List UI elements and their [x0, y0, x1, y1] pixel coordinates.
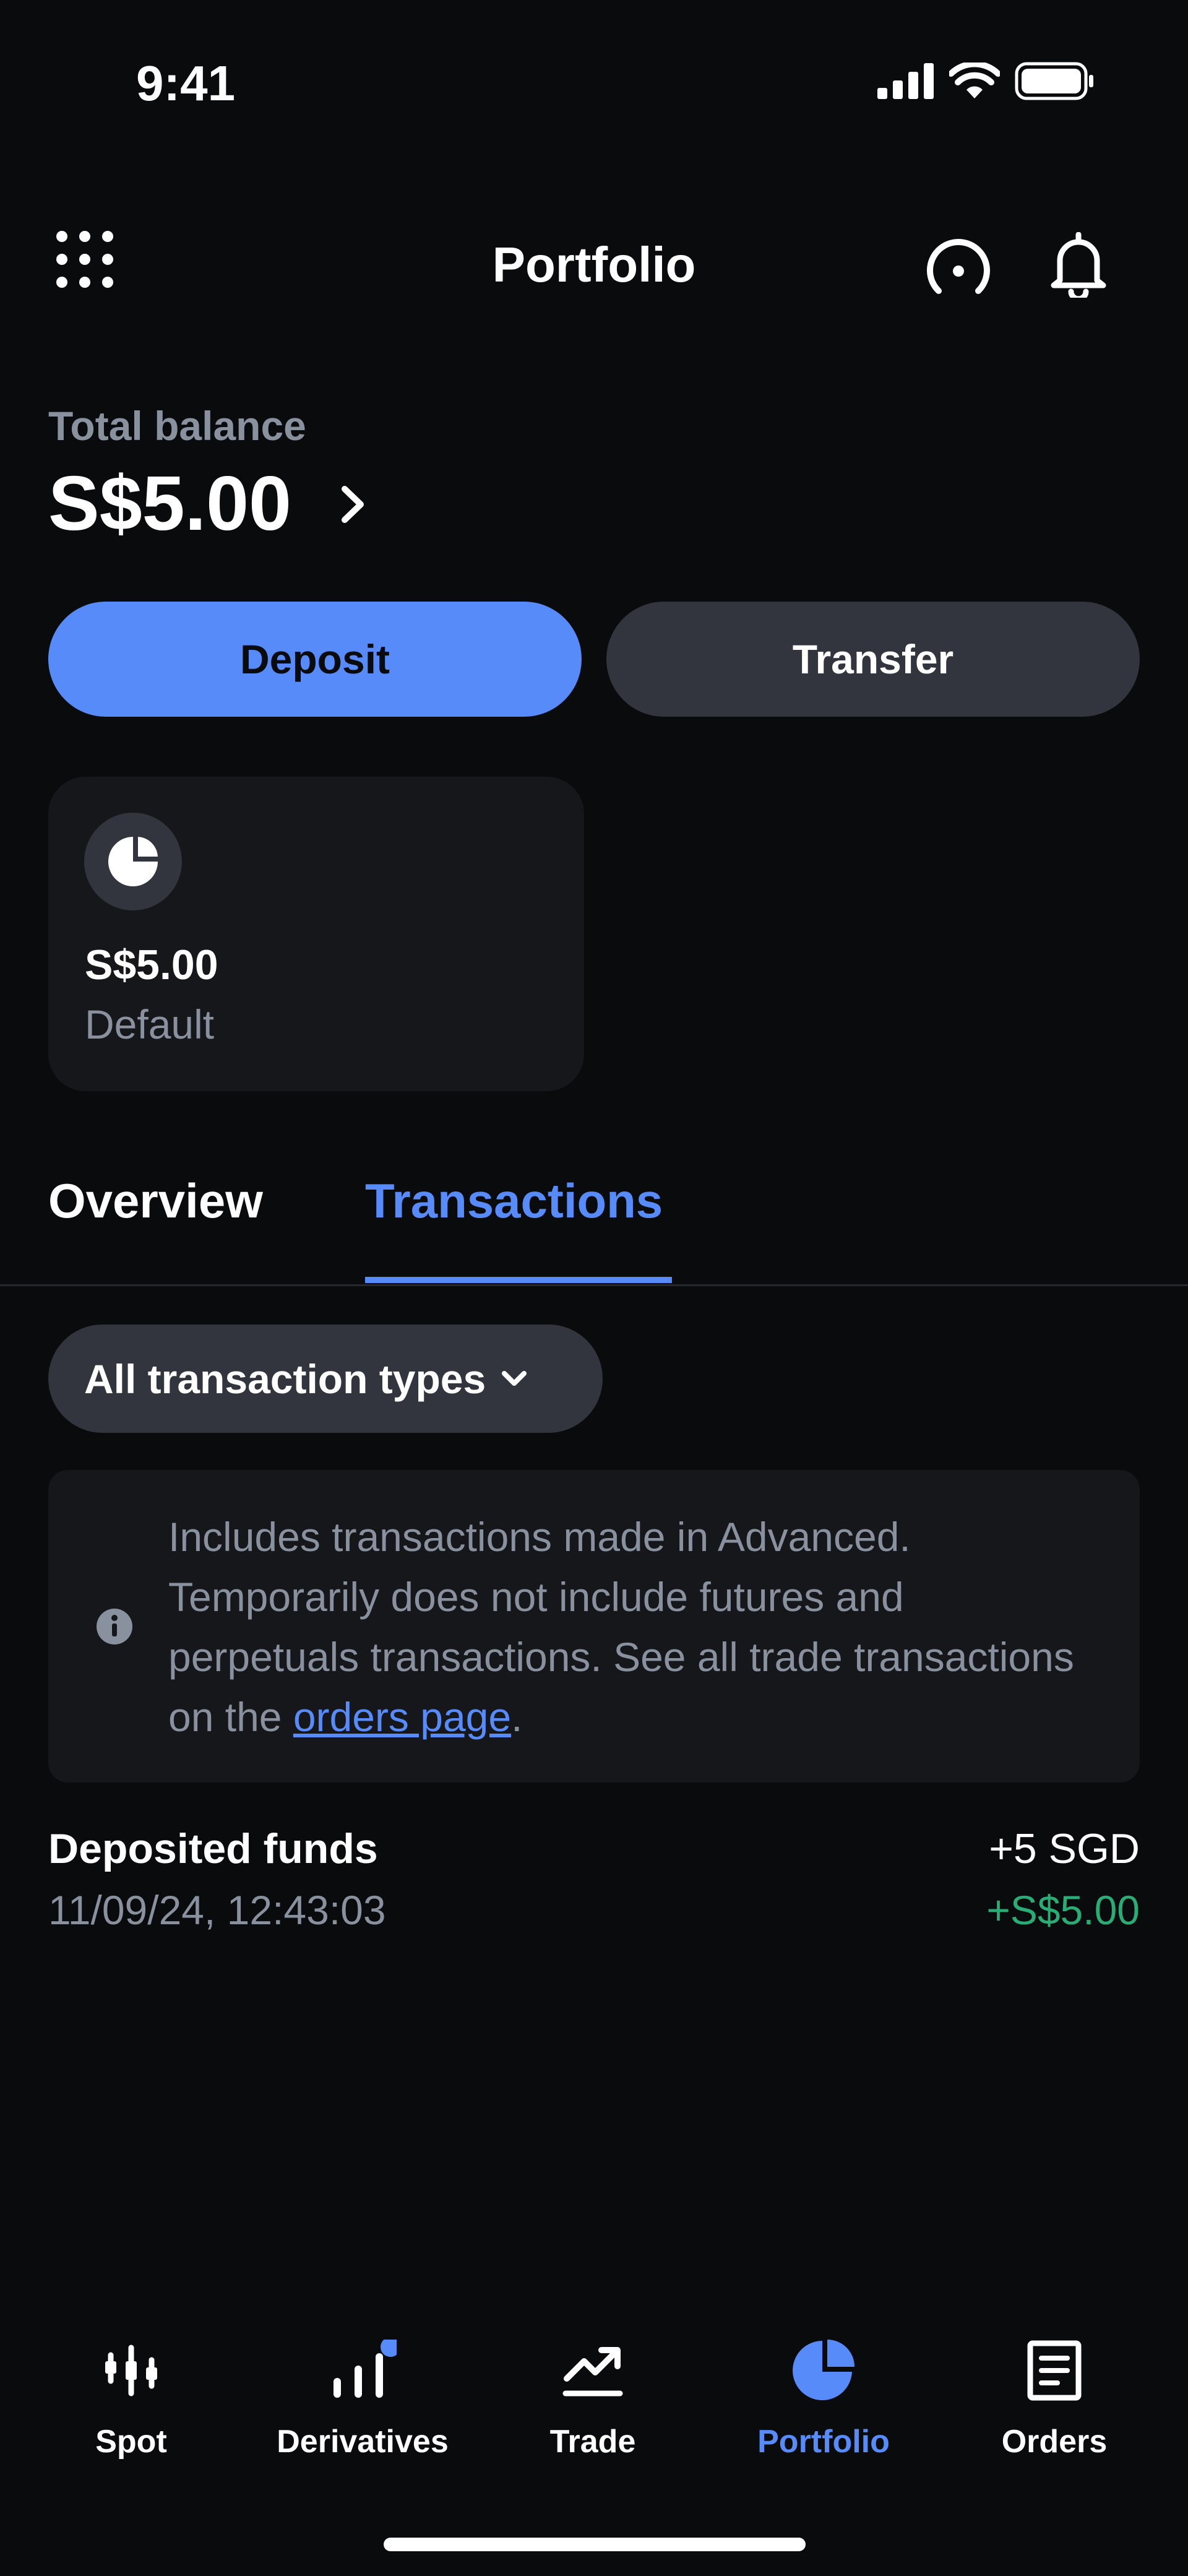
notification-badge — [381, 2340, 397, 2357]
nav-label-derivatives: Derivatives — [277, 2424, 449, 2460]
account-name: Default — [85, 1001, 215, 1047]
total-balance-value[interactable]: S$5.00 — [48, 465, 291, 542]
account-amount: S$5.00 — [85, 941, 218, 988]
nav-item-portfolio[interactable]: Portfolio — [708, 2336, 939, 2460]
notifications-button[interactable] — [1049, 231, 1108, 302]
pie-chart-icon — [790, 2336, 858, 2405]
transaction-amount: +5 SGD — [989, 1825, 1140, 1872]
chevron-down-icon — [502, 1370, 527, 1386]
active-tab-indicator — [365, 1277, 672, 1283]
cellular-signal-icon — [877, 63, 934, 99]
gauge-icon — [927, 239, 990, 294]
nav-item-trade[interactable]: Trade — [478, 2336, 708, 2460]
tabs-divider — [0, 1284, 1188, 1286]
transfer-button[interactable]: Transfer — [606, 602, 1140, 717]
nav-item-derivatives[interactable]: Derivatives — [248, 2336, 478, 2460]
wifi-icon — [949, 63, 1000, 98]
transaction-date: 11/09/24, 12:43:03 — [48, 1887, 386, 1933]
filter-label: All transaction types — [84, 1355, 486, 1402]
nav-label-trade: Trade — [549, 2424, 636, 2460]
trend-up-icon — [559, 2336, 627, 2405]
status-time: 9:41 — [136, 56, 236, 111]
nav-item-orders[interactable]: Orders — [939, 2336, 1169, 2460]
tab-overview[interactable]: Overview — [48, 1173, 263, 1229]
balance-details-button[interactable] — [337, 483, 368, 526]
chevron-right-icon — [342, 486, 364, 523]
nav-label-spot: Spot — [95, 2424, 167, 2460]
nav-label-orders: Orders — [1001, 2424, 1108, 2460]
portfolio-avatar — [84, 813, 182, 910]
transaction-fiat-amount: +S$5.00 — [986, 1887, 1140, 1933]
battery-icon — [1015, 62, 1093, 100]
bell-icon — [1051, 231, 1106, 302]
gauge-button[interactable] — [925, 235, 992, 302]
transaction-type-filter[interactable]: All transaction types — [48, 1325, 603, 1433]
page-title: Portfolio — [492, 237, 696, 292]
info-icon — [96, 1608, 133, 1645]
info-suffix: . — [511, 1694, 523, 1740]
bar-chart-icon — [329, 2336, 397, 2405]
home-indicator — [384, 2538, 806, 2551]
document-icon — [1020, 2336, 1088, 2405]
deposit-button[interactable]: Deposit — [48, 602, 582, 717]
status-icons — [877, 62, 1095, 100]
candlestick-icon — [97, 2336, 165, 2405]
transaction-title[interactable]: Deposited funds — [48, 1825, 378, 1873]
pie-chart-icon — [108, 837, 158, 886]
nav-item-spot[interactable]: Spot — [16, 2336, 246, 2460]
nav-label-portfolio: Portfolio — [757, 2424, 890, 2460]
info-text: Includes transactions made in Advanced. … — [168, 1507, 1096, 1747]
total-balance-label: Total balance — [48, 403, 306, 449]
tab-transactions[interactable]: Transactions — [365, 1173, 663, 1229]
orders-page-link[interactable]: orders page — [293, 1694, 511, 1740]
